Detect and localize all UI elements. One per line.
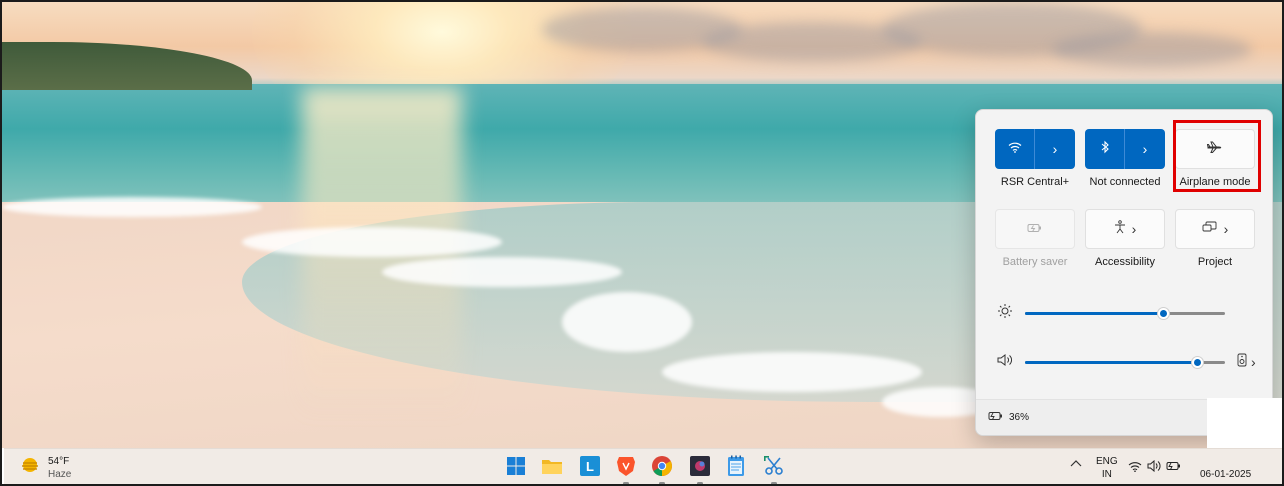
- bluetooth-icon: [1100, 140, 1110, 159]
- project-tile-label: Project: [1197, 256, 1233, 268]
- project-tile: › Project: [1175, 209, 1255, 268]
- brightness-row: [997, 303, 1262, 323]
- clock-date[interactable]: 06-01-2025: [1200, 469, 1251, 480]
- brightness-slider-thumb[interactable]: [1158, 307, 1169, 319]
- show-hidden-icons-button[interactable]: [1070, 458, 1082, 471]
- file-explorer-button[interactable]: [540, 456, 564, 480]
- weather-temperature: 54°F: [48, 456, 70, 467]
- bluetooth-tile: › Not connected: [1085, 129, 1165, 188]
- project-icon: [1202, 220, 1218, 238]
- chevron-right-icon: ›: [1052, 141, 1058, 157]
- accessibility-tile: › Accessibility: [1085, 209, 1165, 268]
- wifi-tile-label: RSR Central+: [1000, 176, 1070, 188]
- accessibility-icon: [1114, 219, 1126, 239]
- accessibility-button[interactable]: ›: [1086, 210, 1164, 248]
- volume-row: ›: [997, 352, 1262, 372]
- brightness-slider[interactable]: [1025, 307, 1225, 319]
- windows-logo-icon: [506, 456, 526, 481]
- volume-slider[interactable]: [1025, 356, 1225, 368]
- chrome-icon: [651, 455, 673, 482]
- media-app-icon: [690, 455, 710, 481]
- battery-percentage: 36%: [1009, 412, 1030, 423]
- bluetooth-toggle[interactable]: [1085, 129, 1125, 169]
- running-indicator: [771, 482, 777, 484]
- weather-widget[interactable]: 54°F Haze: [20, 455, 71, 481]
- svg-text:L: L: [586, 459, 594, 474]
- brightness-icon: [997, 303, 1013, 324]
- l-app-icon: L: [580, 455, 600, 481]
- chrome-browser-button[interactable]: [650, 455, 674, 482]
- snipping-tool-icon: [763, 455, 785, 482]
- start-button[interactable]: [504, 456, 528, 480]
- wifi-icon: [1128, 461, 1142, 475]
- running-indicator: [623, 482, 629, 484]
- accessibility-tile-label: Accessibility: [1095, 256, 1155, 268]
- wifi-icon: [1008, 140, 1022, 158]
- wifi-expand-button[interactable]: ›: [1035, 129, 1075, 169]
- weather-condition: Haze: [48, 469, 72, 480]
- chevron-right-icon: ›: [1251, 354, 1256, 370]
- airplane-mode-highlight-box: [1173, 120, 1261, 192]
- speaker-device-icon: [1237, 353, 1247, 372]
- project-button[interactable]: ›: [1176, 210, 1254, 248]
- media-app-button[interactable]: [688, 455, 712, 481]
- battery-saver-tile-label: Battery saver: [1002, 256, 1068, 268]
- battery-icon: [1166, 461, 1182, 474]
- wifi-tile: › RSR Central+: [995, 129, 1075, 188]
- weather-haze-icon: [20, 456, 40, 481]
- battery-saver-icon: [1027, 220, 1043, 238]
- chevron-right-icon: ›: [1142, 141, 1148, 157]
- brave-browser-button[interactable]: [614, 456, 638, 480]
- audio-output-button[interactable]: ›: [1237, 353, 1256, 372]
- chevron-right-icon: ›: [1223, 221, 1229, 237]
- snipping-tool-button[interactable]: [762, 455, 786, 482]
- battery-saver-toggle[interactable]: [996, 210, 1074, 248]
- taskbar: 54°F Haze L ENG IN 06-01-2025: [4, 448, 1282, 484]
- language-region: IN: [1101, 469, 1112, 480]
- bluetooth-tile-label: Not connected: [1089, 176, 1161, 188]
- volume-icon: [1147, 459, 1161, 475]
- wifi-toggle[interactable]: [995, 129, 1035, 169]
- notepad-icon: [727, 455, 745, 482]
- running-indicator: [697, 482, 703, 484]
- volume-icon: [997, 353, 1013, 372]
- l-app-button[interactable]: L: [578, 455, 602, 481]
- folder-icon: [541, 457, 563, 480]
- chevron-right-icon: ›: [1131, 221, 1137, 237]
- battery-icon: [988, 411, 1004, 424]
- screen: › RSR Central+ › Not connected Airplane …: [0, 0, 1284, 486]
- notepad-button[interactable]: [724, 455, 748, 482]
- bluetooth-expand-button[interactable]: ›: [1125, 129, 1165, 169]
- volume-slider-thumb[interactable]: [1192, 356, 1203, 368]
- system-tray-status-button[interactable]: [1128, 459, 1182, 475]
- battery-saver-tile: Battery saver: [995, 209, 1075, 268]
- brave-icon: [616, 455, 636, 482]
- running-indicator: [659, 482, 665, 484]
- chevron-up-icon: [1070, 460, 1082, 471]
- language-code: ENG: [1096, 456, 1118, 467]
- language-indicator[interactable]: ENG IN: [1096, 455, 1118, 481]
